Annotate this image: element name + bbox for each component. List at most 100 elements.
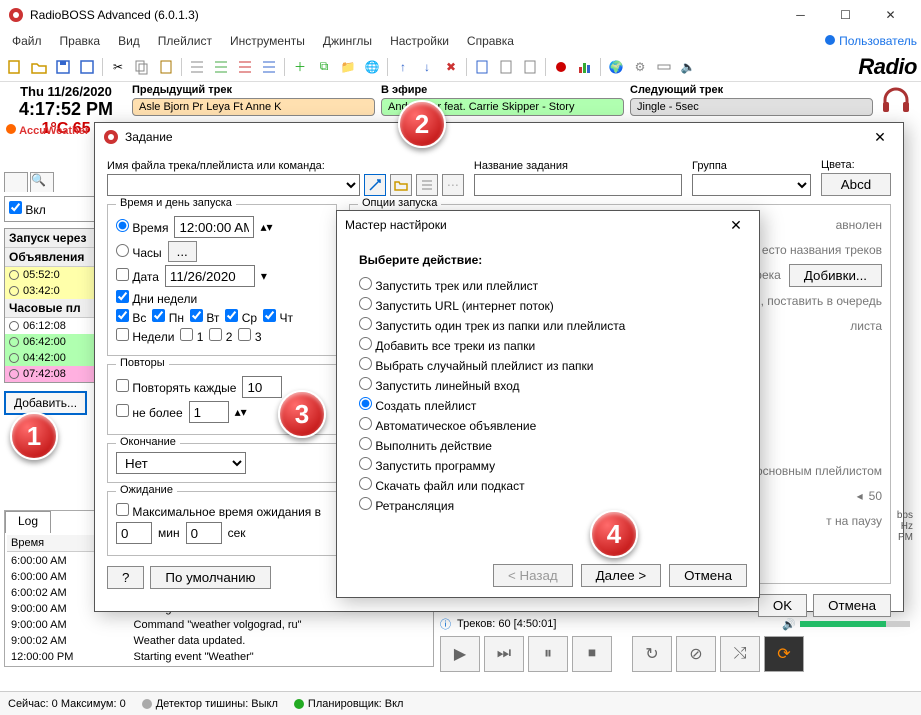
time-input[interactable] [174, 216, 254, 238]
wizard-option[interactable]: Запустить URL (интернет поток) [359, 297, 747, 313]
date-input[interactable] [165, 265, 255, 287]
tb-save-icon[interactable] [52, 56, 74, 78]
mainpl-spinner[interactable]: ◂ [857, 484, 863, 509]
shuffle-button[interactable]: ⤭ [720, 636, 760, 672]
wizard-cancel-button[interactable]: Отмена [669, 564, 747, 587]
menu-edit[interactable]: Правка [52, 32, 109, 50]
task-ok-button[interactable]: OK [758, 594, 807, 617]
day-tue[interactable]: Вт [190, 309, 219, 325]
tb-addurl-icon[interactable]: 🌐 [361, 56, 383, 78]
menu-playlist[interactable]: Плейлист [150, 32, 220, 50]
next-button[interactable]: ⏭ [484, 636, 524, 672]
task-browse-button[interactable] [390, 174, 412, 196]
repeat-every-checkbox[interactable]: Повторять каждые [116, 379, 236, 395]
menu-view[interactable]: Вид [110, 32, 148, 50]
tb-list3-icon[interactable] [234, 56, 256, 78]
week-3[interactable]: 3 [238, 328, 261, 344]
wizard-option[interactable]: Запустить линейный вход [359, 377, 747, 393]
tb-stats-icon[interactable] [574, 56, 596, 78]
wizard-option[interactable]: Выполнить действие [359, 437, 747, 453]
dobivki-button[interactable]: Добивки... [789, 264, 882, 287]
dow-checkbox[interactable]: Дни недели [116, 290, 197, 306]
weeks-checkbox[interactable]: Недели [116, 328, 174, 344]
repeat-max-spinner[interactable]: ▴▾ [235, 405, 247, 419]
wizard-option[interactable]: Выбрать случайный плейлист из папки [359, 357, 747, 373]
tb-list1-icon[interactable] [186, 56, 208, 78]
tb-switch-icon[interactable] [653, 56, 675, 78]
repeat-max-checkbox[interactable]: не более [116, 404, 183, 420]
stop-button[interactable]: ⏹ [572, 636, 612, 672]
menu-jingles[interactable]: Джинглы [315, 32, 380, 50]
loop-button[interactable]: ⟳ [764, 636, 804, 672]
tb-movedown-icon[interactable]: ↓ [416, 56, 438, 78]
window-maximize-button[interactable]: ☐ [823, 0, 868, 30]
tb-delete-icon[interactable]: ✖ [440, 56, 462, 78]
wizard-back-button[interactable]: < Назад [493, 564, 573, 587]
tb-record-icon[interactable] [550, 56, 572, 78]
repeat-one-button[interactable]: ↻ [632, 636, 672, 672]
menu-settings[interactable]: Настройки [382, 32, 457, 50]
next-track-pill[interactable]: Jingle - 5sec [630, 98, 873, 116]
wizard-option[interactable]: Запустить трек или плейлист [359, 277, 747, 293]
window-close-button[interactable]: ✕ [868, 0, 913, 30]
task-name-input[interactable] [474, 174, 682, 196]
tb-globe-icon[interactable]: 🌍 [605, 56, 627, 78]
week-1[interactable]: 1 [180, 328, 203, 344]
tb-speaker-icon[interactable]: 🔈 [677, 56, 699, 78]
volume-slider[interactable] [800, 621, 910, 627]
log-row[interactable]: 12:00:00 PMStarting event "Weather" [7, 650, 431, 664]
wizard-option[interactable]: Ретрансляция [359, 497, 747, 513]
tb-page3-icon[interactable] [519, 56, 541, 78]
wait-sec-input[interactable] [186, 522, 222, 544]
task-colors-button[interactable]: Abcd [821, 173, 891, 196]
tb-list4-icon[interactable] [258, 56, 280, 78]
opt-date-checkbox[interactable]: Дата [116, 268, 159, 284]
wizard-close-button[interactable]: ✕ [721, 217, 751, 234]
sched-row[interactable]: 06:42:00 [5, 334, 103, 350]
wizard-option[interactable]: Автоматическое объявление [359, 417, 747, 433]
task-dialog-close-button[interactable]: ✕ [865, 129, 895, 146]
sched-row[interactable]: 07:42:08 [5, 366, 103, 382]
task-cancel-button[interactable]: Отмена [813, 594, 891, 617]
menu-tools[interactable]: Инструменты [222, 32, 313, 50]
sched-tab-1[interactable] [4, 172, 28, 192]
sched-row[interactable]: 03:42:0 [5, 283, 103, 299]
pause-button[interactable]: ⏸ [528, 636, 568, 672]
prev-track-pill[interactable]: Asle Bjorn Pr Leya Ft Anne K [132, 98, 375, 116]
task-wizard-button[interactable] [364, 174, 386, 196]
day-thu[interactable]: Чт [263, 309, 293, 325]
sched-tab-2[interactable]: 🔍 [30, 172, 54, 192]
tb-saveas-icon[interactable] [76, 56, 98, 78]
hours-ellipsis-button[interactable]: ... [168, 241, 197, 262]
tb-open-icon[interactable] [28, 56, 50, 78]
help-button[interactable]: ? [107, 566, 144, 589]
sched-row[interactable]: 06:12:08 [5, 318, 103, 334]
wait-min-input[interactable] [116, 522, 152, 544]
tb-page2-icon[interactable] [495, 56, 517, 78]
ending-select[interactable]: Нет [116, 452, 246, 474]
wizard-option[interactable]: Запустить программу [359, 457, 747, 473]
date-dropdown[interactable]: ▾ [261, 269, 267, 283]
opt-time-radio[interactable]: Время [116, 219, 168, 235]
task-file-input[interactable] [107, 174, 360, 196]
sched-row[interactable]: 05:52:0 [5, 267, 103, 283]
tb-moveup-icon[interactable]: ↑ [392, 56, 414, 78]
day-mon[interactable]: Пн [152, 309, 184, 325]
tb-list2-icon[interactable] [210, 56, 232, 78]
opt-hours-radio[interactable]: Часы [116, 244, 162, 260]
repeat-max-input[interactable] [189, 401, 229, 423]
tb-new-icon[interactable] [4, 56, 26, 78]
add-button[interactable]: Добавить... [4, 391, 87, 415]
task-list-button[interactable] [416, 174, 438, 196]
wizard-option[interactable]: Запустить один трек из папки или плейлис… [359, 317, 747, 333]
menu-file[interactable]: Файл [4, 32, 50, 50]
week-2[interactable]: 2 [209, 328, 232, 344]
repeat-every-input[interactable] [242, 376, 282, 398]
sched-row[interactable]: 04:42:00 [5, 350, 103, 366]
tb-copy-icon[interactable] [131, 56, 153, 78]
task-group-select[interactable] [692, 174, 811, 196]
enable-checkbox[interactable]: Вкл [9, 203, 46, 217]
window-minimize-button[interactable]: ─ [778, 0, 823, 30]
no-repeat-button[interactable]: ⊘ [676, 636, 716, 672]
tb-cut-icon[interactable]: ✂ [107, 56, 129, 78]
